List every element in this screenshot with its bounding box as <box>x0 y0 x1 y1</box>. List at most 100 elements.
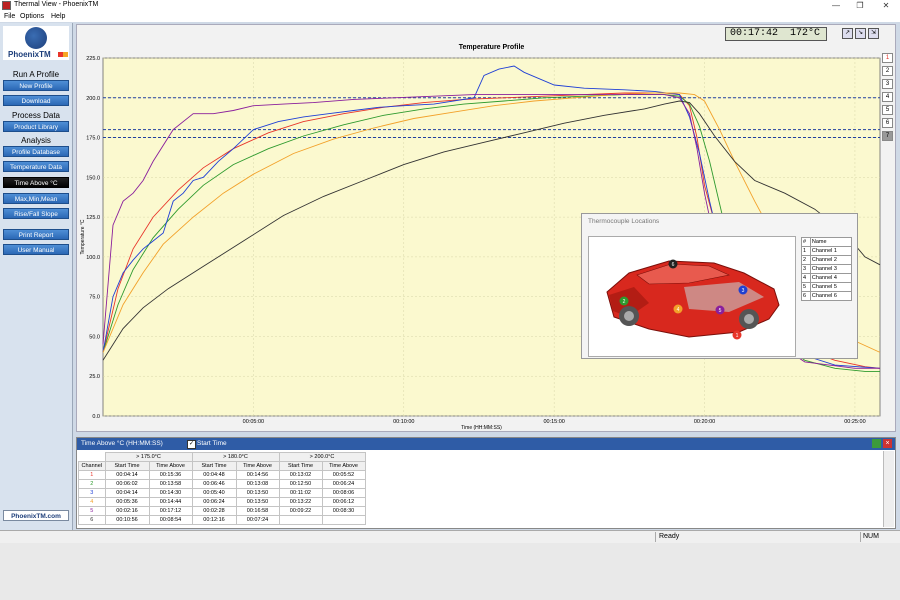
channel-toggle-2[interactable]: 2 <box>882 66 893 76</box>
value-cell: 00:04:48 <box>191 470 237 480</box>
channel-cell: 1 <box>78 470 106 480</box>
value-cell: 00:13:02 <box>278 470 323 480</box>
x-tick-label: 00:10:00 <box>393 419 414 425</box>
value-cell: 00:15:36 <box>148 470 193 480</box>
marker-1: 1 <box>732 330 742 340</box>
table-row[interactable]: 4 00:05:36 00:14:44 00:06:24 00:13:50 00:13:2… <box>78 497 366 507</box>
x-tick-label: 00:15:00 <box>543 419 564 425</box>
readout-time: 00:17:42 <box>730 28 779 39</box>
value-cell: 00:14:56 <box>235 470 280 480</box>
y-tick-label: 200.0 <box>86 96 100 102</box>
y-tick-label: 25.0 <box>89 374 100 380</box>
group-header-180: > 180.0°C <box>191 452 280 462</box>
col-time-above: Time Above <box>148 461 193 471</box>
live-readout: 00:17:42 172°C <box>725 27 827 41</box>
value-cell: 00:08:30 <box>321 506 366 516</box>
channel-toggle-4[interactable]: 4 <box>882 92 893 102</box>
channel-cell: 5 <box>78 506 106 516</box>
website-link[interactable]: PhoenixTM.com <box>3 510 69 521</box>
value-cell: 00:12:16 <box>191 515 237 525</box>
user-manual-button[interactable]: User Manual <box>3 244 69 255</box>
print-report-button[interactable]: Print Report <box>3 229 69 240</box>
svg-text:5: 5 <box>719 308 722 314</box>
product-library-button[interactable]: Product Library <box>3 121 69 132</box>
svg-text:6: 6 <box>672 262 675 268</box>
value-cell: 00:05:52 <box>321 470 366 480</box>
list-item[interactable]: 2 Channel 2 <box>801 255 853 265</box>
max-min-mean-button[interactable]: Max,Min,Mean <box>3 193 69 204</box>
col-start-time: Start Time <box>104 461 150 471</box>
channel-toggle-6[interactable]: 6 <box>882 118 893 128</box>
value-cell: 00:13:08 <box>235 479 280 489</box>
value-cell: 00:04:14 <box>104 488 150 498</box>
x-tick-label: 00:25:00 <box>844 419 865 425</box>
col-start-time: Start Time <box>191 461 237 471</box>
download-button[interactable]: Download <box>3 95 69 106</box>
marker-4: 4 <box>673 304 683 314</box>
marker-6: 6 <box>668 259 678 269</box>
start-time-checkbox[interactable]: ✓ <box>187 440 196 449</box>
value-cell: 00:13:22 <box>278 497 323 507</box>
table-row[interactable]: 3 00:04:14 00:14:30 00:05:40 00:13:50 00:11:0… <box>78 488 366 498</box>
table-row[interactable]: 5 00:02:16 00:17:12 00:02:28 00:16:58 00:09:2… <box>78 506 366 516</box>
table-row[interactable]: 2 00:06:02 00:13:58 00:06:46 00:13:08 00:12:5… <box>78 479 366 489</box>
car-image: 6 3 2 4 5 1 <box>588 236 796 357</box>
new-profile-button[interactable]: New Profile <box>3 80 69 91</box>
value-cell: 00:02:28 <box>191 506 237 516</box>
list-item[interactable]: 6 Channel 6 <box>801 291 853 301</box>
scale-chart-icon[interactable]: ↘ <box>855 28 866 39</box>
col-number: # <box>801 237 811 247</box>
value-cell <box>278 515 323 525</box>
channel-toggle-7[interactable]: 7 <box>882 131 893 141</box>
time-above-button[interactable]: Time Above °C <box>3 177 69 188</box>
rise-fall-slope-button[interactable]: Rise/Fall Slope <box>3 208 69 219</box>
marker-3: 3 <box>738 285 748 295</box>
menu-help[interactable]: Help <box>51 13 65 20</box>
car-illustration: 6 3 2 4 5 1 <box>606 259 780 340</box>
table-scrollbar[interactable] <box>883 451 894 527</box>
logo-square-orange <box>63 52 68 57</box>
confirm-icon[interactable] <box>872 439 881 448</box>
list-item[interactable]: 4 Channel 4 <box>801 273 853 283</box>
value-cell: 00:06:02 <box>104 479 150 489</box>
status-divider <box>860 532 861 542</box>
value-cell: 00:08:54 <box>148 515 193 525</box>
list-item[interactable]: 3 Channel 3 <box>801 264 853 274</box>
svg-text:1: 1 <box>736 333 739 339</box>
y-tick-label: 50.0 <box>89 334 100 340</box>
list-item[interactable]: 5 Channel 5 <box>801 282 853 292</box>
close-button[interactable]: ✕ <box>876 0 896 12</box>
channel-toggle-5[interactable]: 5 <box>882 105 893 115</box>
col-time-above: Time Above <box>321 461 366 471</box>
y-tick-label: 100.0 <box>86 255 100 261</box>
channel-toggle-1[interactable]: 1 <box>882 53 893 63</box>
close-panel-icon[interactable]: × <box>883 439 892 448</box>
y-tick-label: 75.0 <box>89 295 100 301</box>
profile-database-button[interactable]: Profile Database <box>3 146 69 157</box>
status-divider <box>655 532 656 542</box>
group-header-200: > 200.0°C <box>278 452 366 462</box>
y-axis-label: Temperature °C <box>80 219 86 254</box>
desktop-background <box>0 543 900 600</box>
minimize-button[interactable]: — <box>826 0 846 12</box>
value-cell: 00:09:22 <box>278 506 323 516</box>
table-row[interactable]: 6 00:10:56 00:08:54 00:12:16 00:07:24 <box>78 515 366 525</box>
value-cell: 00:02:16 <box>104 506 150 516</box>
value-cell: 00:05:40 <box>191 488 237 498</box>
logo: PhoenixTM <box>3 26 69 60</box>
col-name: Name <box>809 237 853 247</box>
list-item[interactable]: 1 Channel 1 <box>801 246 853 256</box>
restore-button[interactable]: ❐ <box>850 0 870 12</box>
value-cell: 00:05:36 <box>104 497 150 507</box>
table-row[interactable]: 1 00:04:14 00:15:36 00:04:48 00:14:56 00:13:0… <box>78 470 366 480</box>
export-chart-icon[interactable]: ⇲ <box>868 28 879 39</box>
menu-options[interactable]: Options <box>20 13 44 20</box>
zoom-chart-icon[interactable]: ↗ <box>842 28 853 39</box>
temperature-data-button[interactable]: Temperature Data <box>3 161 69 172</box>
brand-name: PhoenixTM <box>8 50 51 59</box>
y-tick-label: 175.0 <box>86 136 100 142</box>
title-bar: Thermal View - PhoenixTM — ❐ ✕ <box>0 0 900 12</box>
value-cell: 00:13:50 <box>235 497 280 507</box>
channel-toggle-3[interactable]: 3 <box>882 79 893 89</box>
menu-file[interactable]: File <box>4 13 15 20</box>
